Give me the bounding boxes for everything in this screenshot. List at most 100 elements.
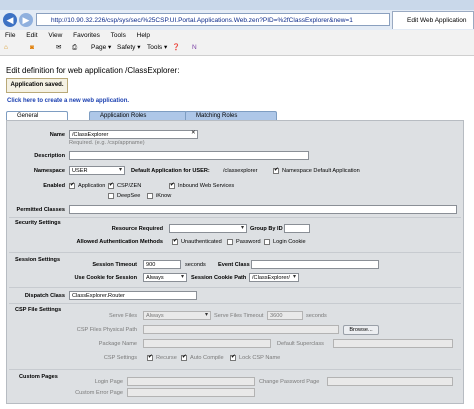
menu-file[interactable]: File: [5, 32, 15, 39]
browser-tab-edit-web-application[interactable]: Edit Web Application: [392, 11, 474, 29]
forward-arrow-icon: ▶: [22, 14, 30, 25]
menu-edit[interactable]: Edit: [26, 32, 37, 39]
group-by-id-label: Group By ID: [250, 226, 283, 232]
name-input[interactable]: /ClassExplorer: [69, 130, 198, 139]
inbound-web-services-checkbox[interactable]: [169, 183, 175, 189]
page-menu[interactable]: Page ▾: [91, 43, 111, 53]
page-title: Edit definition for web application /Cla…: [6, 66, 180, 75]
unauthenticated-label: Unauthenticated: [181, 239, 222, 245]
name-label: Name: [49, 132, 65, 138]
namespace-default-label: Namespace Default Application: [282, 168, 360, 174]
serve-timeout-seconds-unit: seconds: [306, 313, 327, 319]
deepsee-checkbox[interactable]: [108, 193, 114, 199]
login-cookie-checkbox[interactable]: [264, 239, 270, 245]
print-icon[interactable]: ⎙: [72, 43, 77, 53]
event-class-label: Event Class: [218, 262, 250, 268]
url-input[interactable]: http://10.90.32.226/csp/sys/sec/%25CSP.U…: [36, 13, 390, 26]
description-input[interactable]: [69, 151, 309, 160]
menu-bar: File Edit View Favorites Tools Help: [0, 30, 474, 41]
deepsee-label: DeepSee: [117, 193, 141, 199]
event-class-input[interactable]: [251, 260, 379, 269]
cspzen-label: CSP/ZEN: [117, 183, 142, 189]
resource-required-select[interactable]: [169, 224, 247, 233]
custom-error-page-label: Custom Error Page: [75, 390, 123, 396]
iknow-checkbox[interactable]: [147, 193, 153, 199]
back-arrow-icon: ◀: [6, 14, 14, 25]
change-password-page-label: Change Password Page: [259, 379, 320, 385]
auto-compile-checkbox[interactable]: [181, 355, 187, 361]
onenote-icon[interactable]: N: [192, 43, 197, 53]
general-form-panel: Name /ClassExplorer ✕ Required. (e.g. /c…: [6, 120, 464, 404]
dispatch-class-label: Dispatch Class: [24, 293, 65, 299]
description-label: Description: [34, 153, 65, 159]
use-cookie-select[interactable]: Always: [143, 273, 187, 282]
tab-matching-roles[interactable]: Matching Roles: [185, 111, 277, 120]
application-checkbox[interactable]: [69, 183, 75, 189]
default-app-value: /classexplorer: [223, 168, 258, 174]
lock-csp-name-checkbox[interactable]: [230, 355, 236, 361]
clear-name-icon[interactable]: ✕: [191, 130, 196, 136]
tools-menu[interactable]: Tools ▾: [147, 43, 167, 53]
divider: [9, 303, 461, 304]
create-new-app-link[interactable]: Click here to create a new web applicati…: [7, 98, 129, 104]
use-cookie-label: Use Cookie for Session: [74, 275, 137, 281]
home-icon[interactable]: ⌂: [4, 43, 8, 53]
menu-view[interactable]: View: [48, 32, 62, 39]
cspzen-checkbox[interactable]: [108, 183, 114, 189]
physical-path-input[interactable]: [143, 325, 339, 334]
unauthenticated-checkbox[interactable]: [172, 239, 178, 245]
package-name-label: Package Name: [98, 341, 137, 347]
menu-help[interactable]: Help: [137, 32, 150, 39]
custom-error-page-input[interactable]: [127, 388, 255, 397]
namespace-label: Namespace: [33, 168, 65, 174]
auto-compile-label: Auto Compile: [190, 355, 224, 361]
login-cookie-label: Login Cookie: [273, 239, 306, 245]
divider: [9, 217, 461, 218]
forward-button[interactable]: ▶: [19, 13, 33, 27]
csp-file-settings-label: CSP File Settings: [15, 307, 62, 313]
session-timeout-input[interactable]: 900: [143, 260, 181, 269]
dispatch-class-input[interactable]: ClassExplorer.Router: [69, 291, 197, 300]
csp-settings-label: CSP Settings: [103, 355, 137, 361]
help-icon[interactable]: ❓: [172, 43, 180, 53]
namespace-default-checkbox[interactable]: [273, 168, 279, 174]
iknow-label: iKnow: [156, 193, 172, 199]
menu-favorites[interactable]: Favorites: [73, 32, 100, 39]
enabled-label: Enabled: [43, 183, 65, 189]
security-settings-label: Security Settings: [15, 220, 61, 226]
group-by-id-input[interactable]: [284, 224, 310, 233]
serve-files-timeout-input[interactable]: 3600: [267, 311, 303, 320]
divider: [9, 287, 461, 288]
menu-tools[interactable]: Tools: [111, 32, 126, 39]
default-app-label: Default Application for USER:: [131, 168, 210, 174]
back-button[interactable]: ◀: [3, 13, 17, 27]
auth-methods-label: Allowed Authentication Methods: [76, 239, 164, 245]
tab-application-roles[interactable]: Application Roles: [89, 111, 187, 120]
permitted-classes-label: Permitted Classes: [16, 207, 65, 213]
default-superclass-label: Default Superclass: [277, 341, 324, 347]
divider: [9, 252, 461, 253]
name-hint: Required. (e.g. /csp/appname): [69, 140, 145, 146]
login-page-label: Login Page: [94, 379, 123, 385]
default-superclass-input[interactable]: [333, 339, 453, 348]
cookie-path-select[interactable]: /ClassExplorer/: [249, 273, 299, 282]
browse-button[interactable]: Browse...: [343, 325, 379, 335]
change-password-page-input[interactable]: [327, 377, 453, 386]
package-name-input[interactable]: [143, 339, 271, 348]
seconds-unit: seconds: [185, 262, 206, 268]
safety-menu[interactable]: Safety ▾: [117, 43, 141, 53]
divider: [9, 369, 461, 370]
feeds-icon[interactable]: ◙: [30, 43, 34, 53]
lock-csp-name-label: Lock CSP Name: [239, 355, 281, 361]
password-checkbox[interactable]: [227, 239, 233, 245]
login-page-input[interactable]: [127, 377, 255, 386]
permitted-classes-input[interactable]: [69, 205, 457, 214]
recurse-checkbox[interactable]: [147, 355, 153, 361]
serve-files-timeout-label: Serve Files Timeout: [214, 313, 264, 319]
namespace-select[interactable]: USER: [69, 166, 125, 175]
session-timeout-label: Session Timeout: [92, 262, 137, 268]
cookie-path-label: Session Cookie Path: [191, 275, 247, 281]
mail-icon[interactable]: ✉: [56, 43, 61, 53]
serve-files-select[interactable]: Always: [143, 311, 211, 320]
command-bar: ⌂ ◙ ✉ ⎙ Page ▾ Safety ▾ Tools ▾ ❓ N: [0, 41, 474, 56]
